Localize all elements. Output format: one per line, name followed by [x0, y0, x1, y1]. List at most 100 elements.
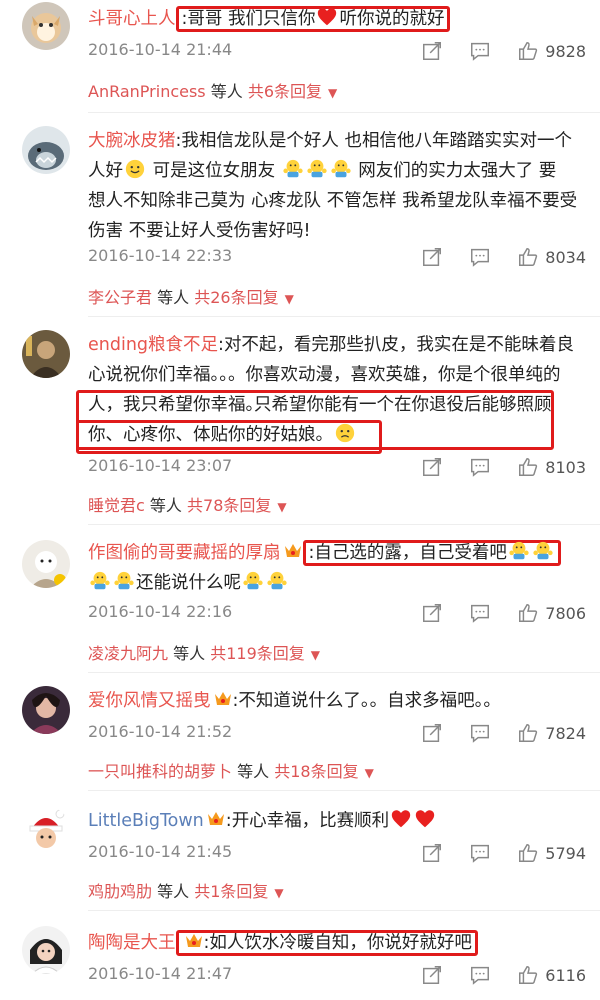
comment-icon[interactable]	[469, 456, 491, 478]
avatar[interactable]	[22, 926, 70, 974]
comment-line: 人好	[88, 161, 123, 181]
reply-and: 等人	[149, 496, 182, 515]
shrug-emoji-icon	[508, 540, 530, 562]
shrug-emoji-icon	[306, 158, 328, 180]
heart-emoji-icon	[316, 6, 338, 28]
timestamp: 2016-10-14 21:47	[88, 964, 233, 983]
share-icon[interactable]	[421, 246, 443, 268]
timestamp: 2016-10-14 22:16	[88, 602, 233, 621]
caret-down-icon[interactable]: ▼	[285, 292, 294, 306]
comment-icon[interactable]	[469, 842, 491, 864]
caret-down-icon[interactable]: ▼	[274, 886, 283, 900]
username[interactable]: ending粮食不足	[88, 335, 218, 355]
like-thumb-icon[interactable]	[517, 964, 539, 986]
vip-crown-icon	[213, 690, 233, 708]
username[interactable]: 陶陶是大王	[88, 933, 176, 953]
reply-count[interactable]: 共119条回复	[210, 644, 305, 663]
comment-text-part: 如人饮水冷暖自知，你说好就好吧	[209, 933, 472, 953]
comment-icon[interactable]	[469, 602, 491, 624]
avatar[interactable]	[22, 806, 70, 854]
reply-user[interactable]: 睡觉君c	[88, 496, 145, 515]
comment-text: LittleBigTown:开心幸福，比赛顺利	[88, 806, 586, 836]
heart-emoji-icon	[414, 808, 436, 830]
reply-user[interactable]: AnRanPrincess	[88, 82, 206, 101]
comment-meta: 2016-10-14 22:33 8034	[88, 242, 586, 272]
comment-text: 大腕冰皮猪:我相信龙队是个好人 也相信他八年踏踏实实对一个 人好 可是这位女朋友…	[88, 126, 586, 246]
smile-emoji-icon	[124, 158, 146, 180]
highlight-box: :自己选的露，自己受着吧	[302, 540, 561, 566]
reply-user[interactable]: 凌凌九阿九	[88, 644, 168, 663]
comment-text: 陶陶是大王:如人饮水冷暖自知，你说好就好吧	[88, 928, 586, 958]
comment-icon[interactable]	[469, 246, 491, 268]
comment-meta: 2016-10-14 23:07 8103	[88, 452, 586, 482]
comment-icon[interactable]	[469, 964, 491, 986]
replies-link[interactable]: 睡觉君c 等人 共78条回复 ▼	[88, 492, 287, 516]
comment-text: 爱你风情又摇曳:不知道说什么了。。自求多福吧。。	[88, 686, 586, 716]
replies-link[interactable]: AnRanPrincess 等人 共6条回复 ▼	[88, 78, 337, 102]
reply-and: 等人	[157, 288, 190, 307]
timestamp: 2016-10-14 21:45	[88, 842, 233, 861]
avatar[interactable]	[22, 126, 70, 174]
caret-down-icon[interactable]: ▼	[311, 648, 320, 662]
caret-down-icon[interactable]: ▼	[277, 500, 286, 514]
reply-count[interactable]: 共1条回复	[194, 882, 268, 901]
username[interactable]: LittleBigTown	[88, 811, 204, 831]
like-count: 6116	[545, 965, 586, 985]
reply-user[interactable]: 鸡肋鸡肋	[88, 882, 152, 901]
shrug-emoji-icon	[330, 158, 352, 180]
share-icon[interactable]	[421, 964, 443, 986]
share-icon[interactable]	[421, 456, 443, 478]
avatar[interactable]	[22, 540, 70, 588]
username[interactable]: 爱你风情又摇曳	[88, 691, 211, 711]
comment-icon[interactable]	[469, 722, 491, 744]
comment-feed: 斗哥心上人:哥哥 我们只信你 听你说的就好 2016-10-14 21:44 98…	[0, 0, 600, 1000]
replies-link[interactable]: 李公子君 等人 共26条回复 ▼	[88, 284, 294, 308]
like-thumb-icon[interactable]	[517, 602, 539, 624]
avatar[interactable]	[22, 2, 70, 50]
like-count: 7806	[545, 603, 586, 623]
vip-crown-icon	[283, 542, 303, 560]
reply-and: 等人	[210, 82, 243, 101]
like-thumb-icon[interactable]	[517, 842, 539, 864]
reply-count[interactable]: 共18条回复	[274, 762, 358, 781]
divider	[88, 910, 600, 911]
share-icon[interactable]	[421, 842, 443, 864]
comment-text: 斗哥心上人:哥哥 我们只信你 听你说的就好	[88, 4, 586, 34]
comment-line: 网友们的实力太强大了 要	[358, 161, 557, 181]
avatar[interactable]	[22, 686, 70, 734]
share-icon[interactable]	[421, 40, 443, 62]
comment-text-part: 不知道说什么了。。自求多福吧。。	[238, 691, 501, 711]
replies-link[interactable]: 一只叫推科的胡萝卜 等人 共18条回复 ▼	[88, 758, 374, 782]
reply-user[interactable]: 一只叫推科的胡萝卜	[88, 762, 232, 781]
avatar[interactable]	[22, 330, 70, 378]
reply-count[interactable]: 共26条回复	[194, 288, 278, 307]
like-thumb-icon[interactable]	[517, 722, 539, 744]
caret-down-icon[interactable]: ▼	[328, 86, 337, 100]
replies-link[interactable]: 凌凌九阿九 等人 共119条回复 ▼	[88, 640, 320, 664]
username[interactable]: 斗哥心上人	[88, 9, 176, 29]
highlight-box: :如人饮水冷暖自知，你说好就好吧	[175, 930, 478, 956]
like-thumb-icon[interactable]	[517, 246, 539, 268]
action-bar: 7824	[421, 718, 586, 748]
share-icon[interactable]	[421, 602, 443, 624]
reply-count[interactable]: 共6条回复	[248, 82, 322, 101]
caret-down-icon[interactable]: ▼	[365, 766, 374, 780]
username[interactable]: 作图偷的哥要藏摇的厚扇	[88, 543, 281, 563]
reply-user[interactable]: 李公子君	[88, 288, 152, 307]
like-thumb-icon[interactable]	[517, 40, 539, 62]
like-thumb-icon[interactable]	[517, 456, 539, 478]
like-count: 5794	[545, 843, 586, 863]
comment-text: 作图偷的哥要藏摇的厚扇:自己选的露，自己受着吧 还能说什么呢	[88, 538, 586, 598]
divider	[88, 112, 600, 113]
comment-icon[interactable]	[469, 40, 491, 62]
shrug-emoji-icon	[89, 570, 111, 592]
reply-and: 等人	[157, 882, 190, 901]
reply-count[interactable]: 共78条回复	[187, 496, 271, 515]
username[interactable]: 大腕冰皮猪	[88, 131, 176, 151]
share-icon[interactable]	[421, 722, 443, 744]
timestamp: 2016-10-14 21:52	[88, 722, 233, 741]
replies-link[interactable]: 鸡肋鸡肋 等人 共1条回复 ▼	[88, 878, 284, 902]
action-bar: 6116	[421, 960, 586, 990]
comment-meta: 2016-10-14 21:44 9828	[88, 36, 586, 66]
like-count: 8034	[545, 247, 586, 267]
